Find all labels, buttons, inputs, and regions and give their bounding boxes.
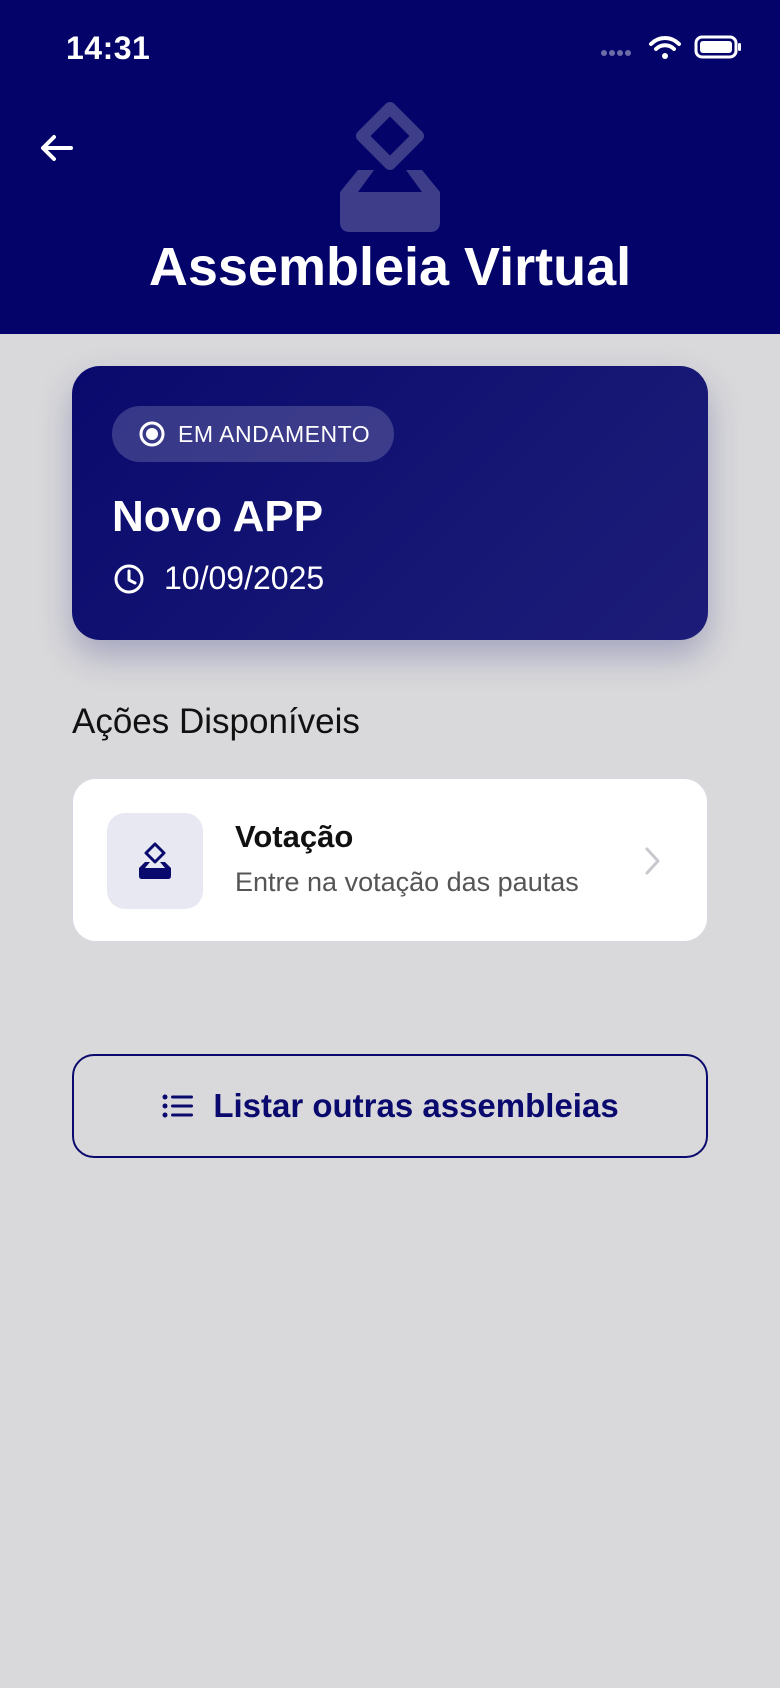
list-button-label: Listar outras assembleias: [213, 1087, 619, 1124]
meeting-name: Novo APP: [112, 492, 324, 541]
section-title: Ações Disponíveis: [72, 702, 360, 741]
action-title: Votação: [235, 819, 354, 854]
status-icons: [600, 34, 742, 60]
voting-icon-box: [107, 813, 203, 909]
wifi-icon: [649, 36, 681, 59]
cellular-signal-icon: [601, 50, 631, 56]
meeting-date: 10/09/2025: [164, 560, 325, 596]
ballot-box-icon: [340, 102, 440, 232]
radio-dot-icon: [139, 421, 165, 447]
status-badge: EM ANDAMENTO: [112, 406, 395, 462]
chevron-right-icon: [645, 847, 660, 875]
back-arrow-icon: [41, 135, 73, 161]
clock-icon: [114, 564, 144, 593]
voting-action-card[interactable]: Votação Entre na votação das pautas: [72, 778, 708, 942]
ballot-box-icon: [139, 842, 171, 879]
battery-icon: [694, 35, 741, 59]
list-other-assemblies-button[interactable]: Listar outras assembleias: [72, 1054, 708, 1158]
status-time: 14:31: [66, 30, 151, 66]
back-button[interactable]: [34, 126, 78, 170]
action-subtitle: Entre na votação das pautas: [235, 867, 579, 897]
status-badge-text: EM ANDAMENTO: [178, 420, 371, 447]
page-title: Assembleia Virtual: [148, 237, 632, 297]
meeting-card: EM ANDAMENTO Novo APP 10/09/2025: [72, 366, 708, 640]
meeting-date-row: 10/09/2025: [112, 560, 324, 597]
app-header: 14:31 Assembleia Virtual: [0, 0, 780, 334]
list-icon: [162, 1094, 194, 1118]
